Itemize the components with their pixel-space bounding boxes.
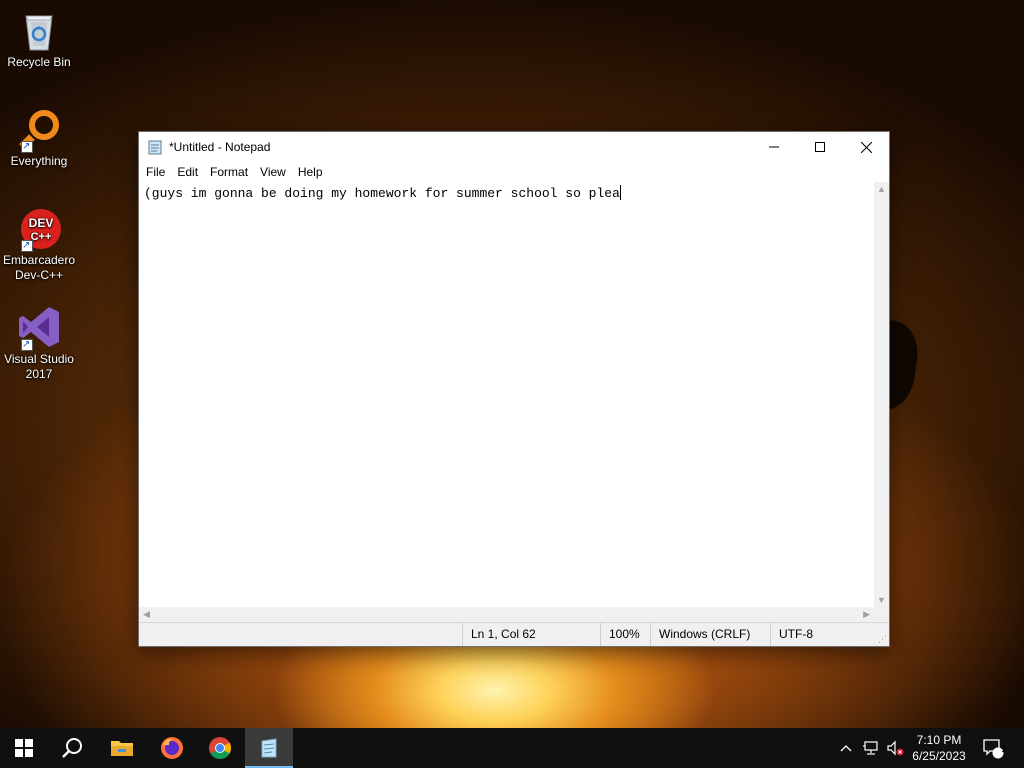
desktop-icon-label-line2: 2017 (25, 367, 53, 381)
horizontal-scrollbar[interactable]: ◀ ▶ (139, 607, 874, 623)
taskbar: 7:10 PM 6/25/2023 1 (0, 728, 1024, 768)
title-bar[interactable]: *Untitled - Notepad (139, 132, 889, 162)
network-icon (863, 741, 878, 755)
scroll-up-icon[interactable]: ▲ (877, 184, 886, 194)
scroll-left-icon[interactable]: ◀ (143, 609, 150, 620)
minimize-button[interactable] (751, 132, 797, 162)
notepad-icon (147, 139, 163, 155)
status-zoom: 100% (600, 623, 650, 646)
desktop-icon-visual-studio[interactable]: Visual Studio 2017 (0, 305, 78, 382)
recycle-bin-icon (17, 8, 61, 52)
scroll-corner (874, 607, 889, 623)
chrome-icon (209, 737, 231, 759)
everything-icon (17, 107, 61, 154)
vertical-scrollbar[interactable]: ▲ ▼ (874, 182, 889, 607)
notepad-taskbar-button[interactable] (245, 728, 293, 768)
notepad-icon (261, 738, 277, 758)
notification-count: 1 (1001, 744, 1007, 754)
start-icon (15, 739, 33, 757)
desktop-icon-recycle-bin[interactable]: Recycle Bin (0, 8, 78, 70)
visual-studio-icon (17, 305, 61, 352)
clock-time: 7:10 PM (916, 733, 962, 747)
maximize-button[interactable] (797, 132, 843, 162)
svg-text:C++: C++ (31, 231, 52, 243)
status-encoding: UTF-8 (770, 623, 876, 646)
chevron-up-icon (840, 745, 852, 752)
chrome-button[interactable] (196, 728, 244, 768)
search-button[interactable] (48, 728, 96, 768)
menu-edit[interactable]: Edit (172, 165, 203, 179)
minimize-icon (769, 146, 779, 148)
status-bar: Ln 1, Col 62 100% Windows (CRLF) UTF-8 ⋰ (139, 622, 889, 646)
system-clock[interactable]: 7:10 PM 6/25/2023 (906, 732, 972, 764)
text-editor[interactable]: (guys im gonna be doing my homework for … (139, 182, 874, 607)
scroll-down-icon[interactable]: ▼ (877, 595, 886, 605)
desktop-icon-label: Visual Studio (4, 352, 74, 366)
menu-view[interactable]: View (255, 165, 291, 179)
desktop-icon-everything[interactable]: Everything (0, 107, 78, 169)
action-center-button[interactable]: 1 (978, 728, 1008, 768)
scroll-right-icon[interactable]: ▶ (863, 609, 870, 620)
clock-date: 6/25/2023 (912, 749, 966, 763)
file-explorer-button[interactable] (98, 728, 146, 768)
volume-button[interactable] (884, 728, 906, 768)
shortcut-arrow-icon (21, 337, 33, 352)
close-button[interactable] (843, 132, 889, 162)
desktop-icon-label: Embarcadero (2, 253, 76, 267)
maximize-icon (815, 142, 825, 152)
window-title: *Untitled - Notepad (169, 140, 271, 154)
desktop-icon-label: Recycle Bin (7, 55, 71, 69)
menu-format[interactable]: Format (205, 165, 253, 179)
network-button[interactable] (860, 728, 882, 768)
shortcut-arrow-icon (21, 238, 33, 253)
volume-muted-icon (887, 740, 904, 756)
show-hidden-icons-button[interactable] (836, 728, 856, 768)
firefox-button[interactable] (148, 728, 196, 768)
resize-grip-icon[interactable]: ⋰ (878, 634, 887, 645)
close-icon (860, 141, 872, 153)
search-icon (62, 738, 82, 758)
desktop-icon-label: Everything (10, 154, 68, 168)
start-button[interactable] (0, 728, 48, 768)
svg-text:DEV: DEV (29, 216, 54, 230)
text-caret (619, 185, 621, 200)
desktop-icon-dev-cpp[interactable]: DEV C++ Embarcadero Dev-C++ (0, 206, 78, 283)
dev-cpp-icon: DEV C++ (17, 206, 61, 253)
menu-help[interactable]: Help (293, 165, 328, 179)
menu-bar: File Edit Format View Help (139, 162, 889, 182)
status-line-ending: Windows (CRLF) (650, 623, 768, 646)
file-explorer-icon (111, 741, 133, 756)
editor-content: (guys im gonna be doing my homework for … (144, 186, 620, 201)
firefox-icon (161, 737, 183, 759)
shortcut-arrow-icon (21, 139, 33, 154)
notepad-window[interactable]: *Untitled - Notepad File Edit Format Vie… (138, 131, 890, 647)
menu-file[interactable]: File (141, 165, 170, 179)
desktop-icon-label-line2: Dev-C++ (14, 268, 64, 282)
status-position: Ln 1, Col 62 (462, 623, 598, 646)
